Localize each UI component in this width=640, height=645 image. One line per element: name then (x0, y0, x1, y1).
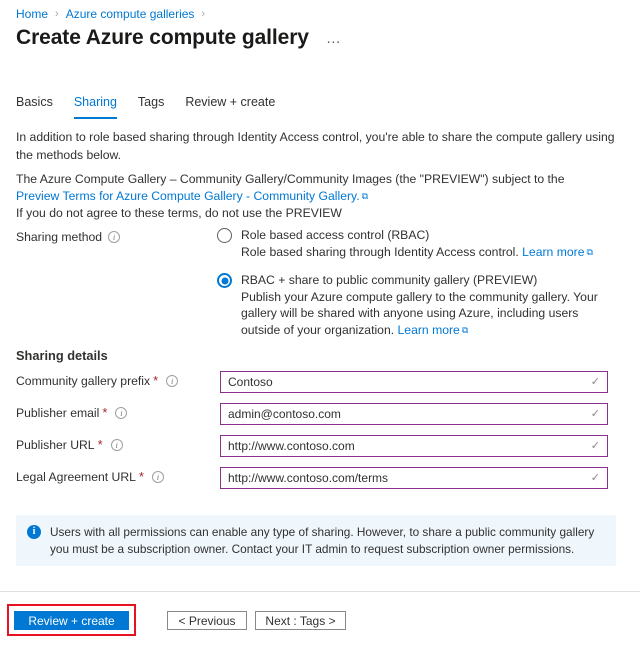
sharing-method-radio-group: Role based access control (RBAC) Role ba… (217, 227, 617, 350)
label-legal-agreement-url: Legal Agreement URL * i (16, 469, 164, 485)
tab-basics[interactable]: Basics (16, 94, 53, 119)
breadcrumb-item-home[interactable]: Home (16, 6, 48, 22)
required-marker-publisher-url: * (97, 437, 103, 452)
more-menu-icon[interactable]: … (323, 30, 345, 48)
breadcrumb: Home › Azure compute galleries › (16, 6, 212, 22)
label-text-publisher-email: Publisher email (16, 406, 100, 420)
info-banner-text: Users with all permissions can enable an… (50, 525, 595, 556)
valid-check-icon-publisher-url: ✓ (590, 439, 600, 452)
valid-check-icon-publisher-email: ✓ (590, 407, 600, 420)
form-row-legal-agreement-url: Legal Agreement URL * i http://www.conto… (16, 467, 624, 489)
input-publisher-url[interactable]: http://www.contoso.com ✓ (220, 435, 608, 457)
info-icon-publisher-email[interactable]: i (115, 407, 128, 419)
input-legal-agreement-url[interactable]: http://www.contoso.com/terms ✓ (220, 467, 608, 489)
footer-divider (0, 591, 640, 592)
tab-tags[interactable]: Tags (138, 94, 164, 119)
form-row-publisher-email: Publisher email * i admin@contoso.com ✓ (16, 403, 624, 425)
input-value-community-gallery-prefix: Contoso (228, 375, 273, 389)
external-link-icon-rbac[interactable]: ⧉ (586, 244, 592, 261)
valid-check-icon-legal-agreement-url: ✓ (590, 471, 600, 484)
required-marker-legal-agreement-url: * (138, 469, 144, 484)
info-filled-icon: i (27, 525, 41, 539)
title-row: Create Azure compute gallery … (16, 24, 345, 52)
radio-option-rbac-description: Role based sharing through Identity Acce… (241, 244, 593, 262)
info-icon-publisher-url[interactable]: i (110, 439, 123, 451)
sharing-method-label-group: Sharing method i (16, 229, 121, 245)
learn-more-link-rbac[interactable]: Learn more (522, 245, 584, 259)
radio-button-rbac[interactable] (217, 228, 232, 243)
input-value-legal-agreement-url: http://www.contoso.com/terms (228, 471, 389, 485)
preview-terms-link-row: Preview Terms for Azure Compute Gallery … (16, 188, 616, 206)
info-icon-legal-agreement-url[interactable]: i (151, 471, 164, 483)
sharing-details-heading: Sharing details (16, 348, 108, 363)
previous-button[interactable]: < Previous (167, 611, 247, 630)
review-create-button[interactable]: Review + create (14, 611, 129, 630)
next-tags-button[interactable]: Next : Tags > (255, 611, 346, 630)
label-publisher-url: Publisher URL * i (16, 437, 123, 453)
info-icon-community-gallery-prefix[interactable]: i (166, 375, 179, 387)
valid-check-icon: ✓ (590, 375, 600, 388)
label-text-legal-agreement-url: Legal Agreement URL (16, 470, 136, 484)
input-value-publisher-email: admin@contoso.com (228, 407, 341, 421)
external-link-icon-community[interactable]: ⧉ (462, 322, 468, 339)
radio-option-rbac-desc-text: Role based sharing through Identity Acce… (241, 244, 519, 259)
label-text-publisher-url: Publisher URL (16, 438, 95, 452)
tab-bar: Basics Sharing Tags Review + create (16, 93, 296, 119)
breadcrumb-separator-icon-2: › (201, 8, 206, 20)
preview-notice-line-3: If you do not agree to these terms, do n… (16, 206, 342, 220)
label-publisher-email: Publisher email * i (16, 405, 128, 421)
page-title: Create Azure compute gallery (16, 26, 309, 49)
required-marker: * (153, 373, 159, 388)
preview-terms-link[interactable]: Preview Terms for Azure Compute Gallery … (16, 189, 360, 203)
radio-option-community-description: Publish your Azure compute gallery to th… (241, 289, 617, 340)
input-publisher-email[interactable]: admin@contoso.com ✓ (220, 403, 608, 425)
form-row-community-gallery-prefix: Community gallery prefix * i Contoso ✓ (16, 371, 624, 393)
intro-text: In addition to role based sharing throug… (16, 130, 615, 162)
external-link-icon[interactable]: ⧉ (362, 188, 368, 205)
tab-review-create[interactable]: Review + create (185, 94, 275, 119)
radio-option-community-title: RBAC + share to public community gallery… (241, 273, 538, 287)
info-banner: i Users with all permissions can enable … (16, 515, 616, 566)
radio-option-rbac[interactable]: Role based access control (RBAC) Role ba… (217, 227, 617, 261)
form-row-publisher-url: Publisher URL * i http://www.contoso.com… (16, 435, 624, 457)
breadcrumb-item-azure-compute-galleries[interactable]: Azure compute galleries (66, 6, 195, 22)
radio-button-community[interactable] (217, 273, 232, 288)
preview-notice-line-1: The Azure Compute Gallery – Community Ga… (16, 172, 565, 186)
radio-option-community-text: RBAC + share to public community gallery… (241, 272, 617, 339)
required-marker-publisher-email: * (102, 405, 108, 420)
label-community-gallery-prefix: Community gallery prefix * i (16, 373, 179, 389)
input-value-publisher-url: http://www.contoso.com (228, 439, 355, 453)
label-text-community-gallery-prefix: Community gallery prefix (16, 374, 151, 388)
radio-option-community[interactable]: RBAC + share to public community gallery… (217, 272, 617, 339)
footer-bar: Review + create < Previous Next : Tags > (0, 600, 640, 645)
radio-option-rbac-title: Role based access control (RBAC) (241, 228, 430, 242)
input-community-gallery-prefix[interactable]: Contoso ✓ (220, 371, 608, 393)
info-icon[interactable]: i (108, 231, 121, 243)
breadcrumb-separator-icon: › (55, 8, 59, 20)
create-compute-gallery-page: Home › Azure compute galleries › Create … (0, 0, 640, 645)
radio-option-rbac-text: Role based access control (RBAC) Role ba… (241, 227, 593, 261)
tab-sharing[interactable]: Sharing (73, 94, 117, 119)
sharing-method-label: Sharing method (16, 230, 103, 244)
learn-more-link-community[interactable]: Learn more (398, 323, 460, 337)
preview-notice: The Azure Compute Gallery – Community Ga… (16, 171, 616, 222)
